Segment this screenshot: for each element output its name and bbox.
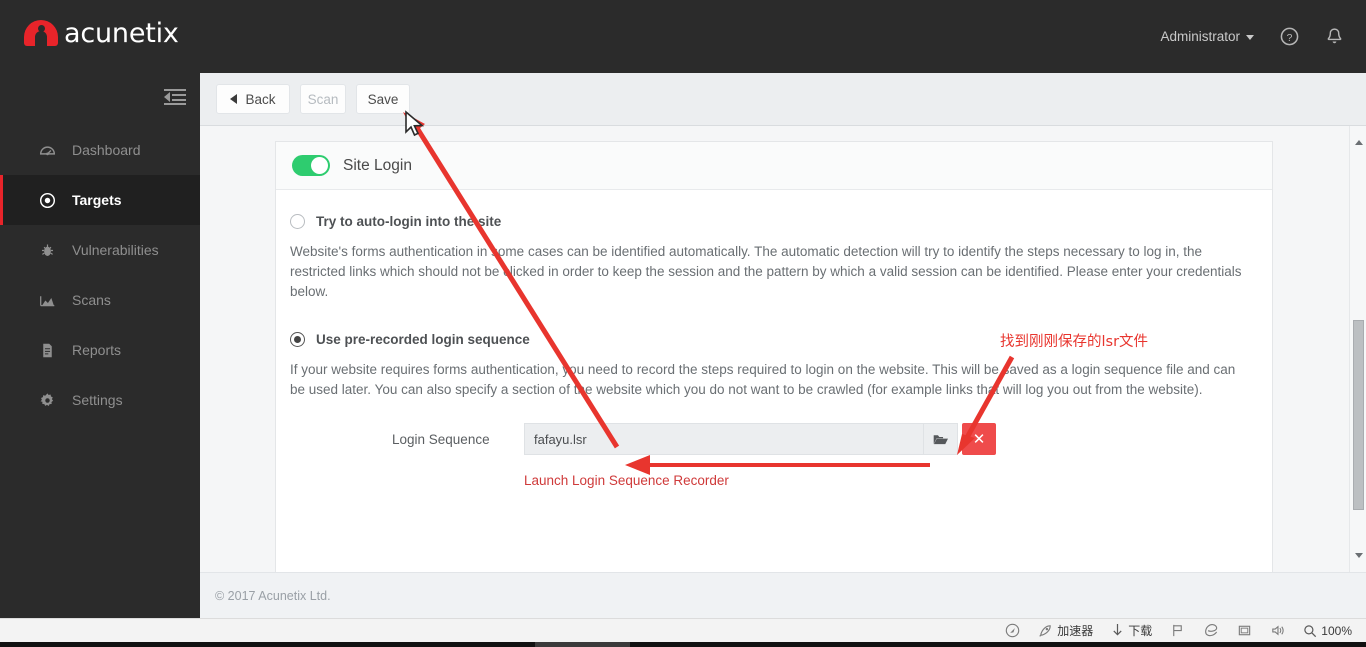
scrollbar-thumb[interactable] [1353,320,1364,510]
header-actions: Administrator ? [1160,0,1344,73]
radio-checked-icon [290,332,305,347]
chevron-left-icon [230,94,238,104]
status-ie-browser[interactable] [1203,623,1219,638]
page-title: Site Login [343,156,412,174]
clear-login-sequence-button[interactable]: ✕ [962,423,996,455]
scan-button-label: Scan [307,91,339,107]
scroll-up-arrow-icon[interactable] [1350,134,1366,151]
area-chart-icon [36,292,58,309]
folder-open-icon [932,434,948,444]
speaker-icon [1272,625,1284,636]
copyright-text: © 2017 Acunetix Ltd. [215,589,331,603]
rocket-icon [1039,625,1052,637]
scroll-down-arrow-icon[interactable] [1350,547,1366,564]
status-zoom[interactable]: 100% [1303,624,1352,638]
back-button[interactable]: Back [216,84,290,114]
prerecorded-description: If your website requires forms authentic… [290,362,1236,397]
sidebar-item-dashboard[interactable]: Dashboard [0,125,200,175]
toggle-knob [311,157,328,174]
status-accelerator[interactable]: 加速器 [1038,623,1093,638]
chevron-down-icon [1246,35,1254,40]
site-login-card: Site Login Try to auto-login into the si… [275,141,1273,572]
download-arrow-icon [1113,624,1122,636]
sidebar-item-reports[interactable]: Reports [0,325,200,375]
radio-auto-login-label: Try to auto-login into the site [316,214,502,229]
sidebar-item-label: Dashboard [72,142,141,158]
sidebar-nav: Dashboard Targets Vulnerabilities Scans … [0,125,200,425]
status-window[interactable] [1237,623,1252,638]
target-icon [36,192,58,209]
sidebar-item-label: Settings [72,392,123,408]
annotation-note-text: 找到刚刚保存的lsr文件 [1000,334,1149,350]
sidebar-item-settings[interactable]: Settings [0,375,200,425]
status-downloads[interactable]: 下载 [1111,623,1152,638]
window-icon [1239,625,1251,636]
flag-icon [1173,624,1183,637]
user-menu-label: Administrator [1160,29,1240,44]
user-menu[interactable]: Administrator [1160,29,1254,44]
collapse-sidebar-icon[interactable] [164,89,186,105]
site-login-card-header: Site Login [276,142,1272,190]
scan-button[interactable]: Scan [300,84,346,114]
brand-logo[interactable]: acunetix [24,16,179,50]
taskbar-active-window[interactable] [535,642,630,647]
site-login-toggle[interactable] [292,155,330,176]
page-footer: © 2017 Acunetix Ltd. [200,572,1366,618]
save-button-label: Save [367,91,399,107]
back-button-label: Back [245,91,276,107]
acunetix-logo-icon [24,16,58,50]
status-zoom-label: 100% [1321,623,1352,638]
help-circle-icon[interactable]: ? [1280,27,1299,46]
browser-status-bar: 加速器 下载 100% [0,618,1366,642]
launch-login-sequence-recorder-link[interactable]: Launch Login Sequence Recorder [290,473,729,488]
login-sequence-row: Login Sequence ✕ [290,423,1258,455]
radio-auto-login[interactable]: Try to auto-login into the site [290,214,1258,229]
notification-bell-icon[interactable] [1325,27,1344,47]
browse-file-button[interactable] [924,423,958,455]
auto-login-description: Website's forms authentication in some c… [290,244,1242,299]
login-sequence-input[interactable] [524,423,924,455]
sidebar: Dashboard Targets Vulnerabilities Scans … [0,73,200,618]
radio-unchecked-icon [290,214,305,229]
login-sequence-label: Login Sequence [392,431,490,447]
close-x-icon: ✕ [972,431,986,448]
zoom-magnifier-icon [1304,624,1317,637]
vertical-scrollbar[interactable] [1349,126,1366,572]
ie-browser-icon [1205,624,1218,637]
status-flag[interactable] [1170,623,1185,638]
gauge-icon [36,142,58,159]
status-downloads-label: 下载 [1128,623,1153,638]
app-header: acunetix Administrator ? [0,0,1366,73]
os-taskbar [0,642,1366,647]
sidebar-item-label: Reports [72,342,122,358]
main-content: Site Login Try to auto-login into the si… [200,126,1366,572]
sidebar-item-label: Targets [72,192,122,208]
svg-text:?: ? [1287,33,1293,44]
status-accelerator-label: 加速器 [1057,623,1094,638]
sidebar-item-label: Scans [72,292,111,308]
sidebar-item-label: Vulnerabilities [72,242,159,258]
save-button[interactable]: Save [356,84,410,114]
shield-compass-icon [1006,623,1020,638]
sidebar-item-vulnerabilities[interactable]: Vulnerabilities [0,225,200,275]
radio-prerecorded-label: Use pre-recorded login sequence [316,332,530,347]
document-icon [36,342,58,359]
sidebar-item-targets[interactable]: Targets [0,175,200,225]
status-shield-compass[interactable] [1005,623,1020,638]
sidebar-item-scans[interactable]: Scans [0,275,200,325]
status-speaker[interactable] [1270,623,1285,638]
brand-name: acunetix [64,17,179,49]
bug-icon [36,242,58,259]
gear-icon [36,392,58,409]
